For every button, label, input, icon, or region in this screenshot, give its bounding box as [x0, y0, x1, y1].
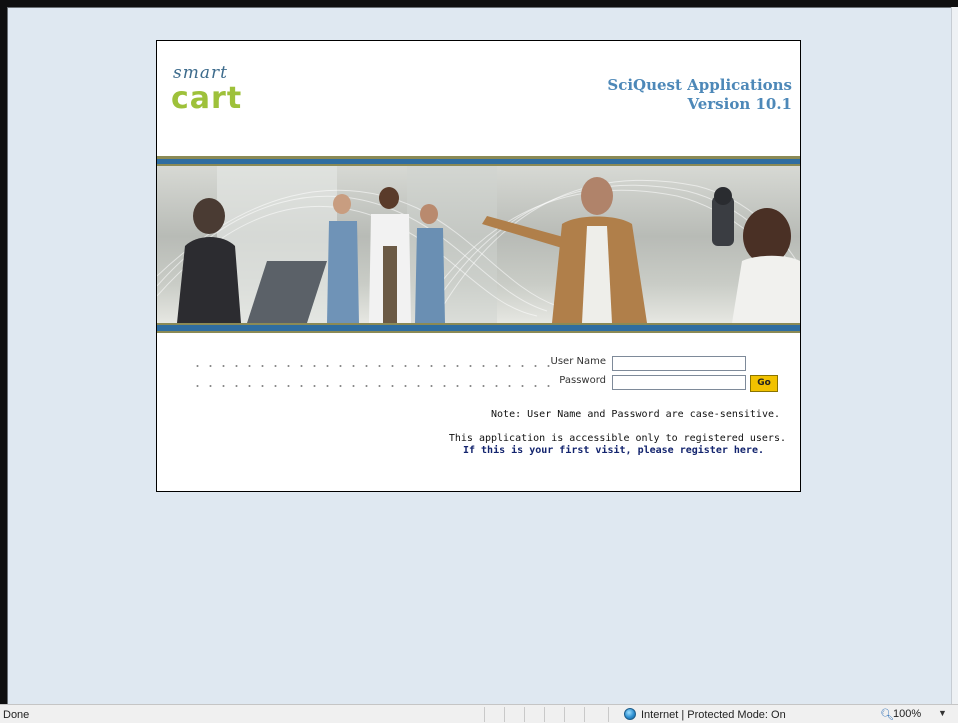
- vertical-scrollbar[interactable]: [951, 7, 958, 704]
- case-sensitive-note: Note: User Name and Password are case-se…: [491, 409, 780, 420]
- password-input[interactable]: [612, 375, 746, 390]
- globe-icon: [624, 708, 636, 720]
- access-notice: This application is accessible only to r…: [448, 433, 786, 444]
- app-title: SciQuest Applications Version 10.1: [607, 76, 792, 114]
- pane-separator: [608, 707, 609, 722]
- dotted-leader: [191, 381, 551, 391]
- go-button[interactable]: Go: [750, 375, 778, 392]
- username-input[interactable]: [612, 356, 746, 371]
- zoom-icon: 🔍︎: [880, 709, 894, 721]
- zoom-level: 100%: [893, 708, 922, 720]
- hero-banner: [157, 156, 800, 333]
- status-text: Done: [3, 709, 30, 721]
- status-bar: Done Internet | Protected Mode: On 🔍︎ 10…: [0, 704, 958, 723]
- banner-stripe: [157, 331, 800, 333]
- smartcart-logo: smart cart: [171, 63, 281, 123]
- app-name: SciQuest Applications: [607, 76, 792, 94]
- banner-photo: [157, 166, 800, 323]
- zone-text: Internet | Protected Mode: On: [641, 709, 786, 721]
- pane-separator: [504, 707, 505, 722]
- frame-top-inner-line: [7, 7, 951, 8]
- pane-separator: [484, 707, 485, 722]
- dotted-leader: [191, 361, 551, 371]
- frame-left-inner-line: [7, 7, 8, 704]
- banner-illustration: [157, 166, 800, 323]
- register-link[interactable]: If this is your first visit, please regi…: [463, 445, 764, 456]
- window-frame-top: [0, 0, 958, 7]
- window-frame-left: [0, 0, 7, 704]
- pane-separator: [524, 707, 525, 722]
- login-card: smart cart SciQuest Applications Version…: [156, 40, 801, 492]
- pane-separator: [544, 707, 545, 722]
- username-label: User Name: [550, 356, 606, 367]
- logo-smart-text: smart: [173, 63, 228, 83]
- password-label: Password: [559, 375, 606, 386]
- chevron-down-icon[interactable]: ▼: [938, 708, 947, 718]
- pane-separator: [584, 707, 585, 722]
- logo-cart-text: cart: [171, 81, 243, 116]
- app-version: Version 10.1: [687, 95, 792, 113]
- pane-separator: [564, 707, 565, 722]
